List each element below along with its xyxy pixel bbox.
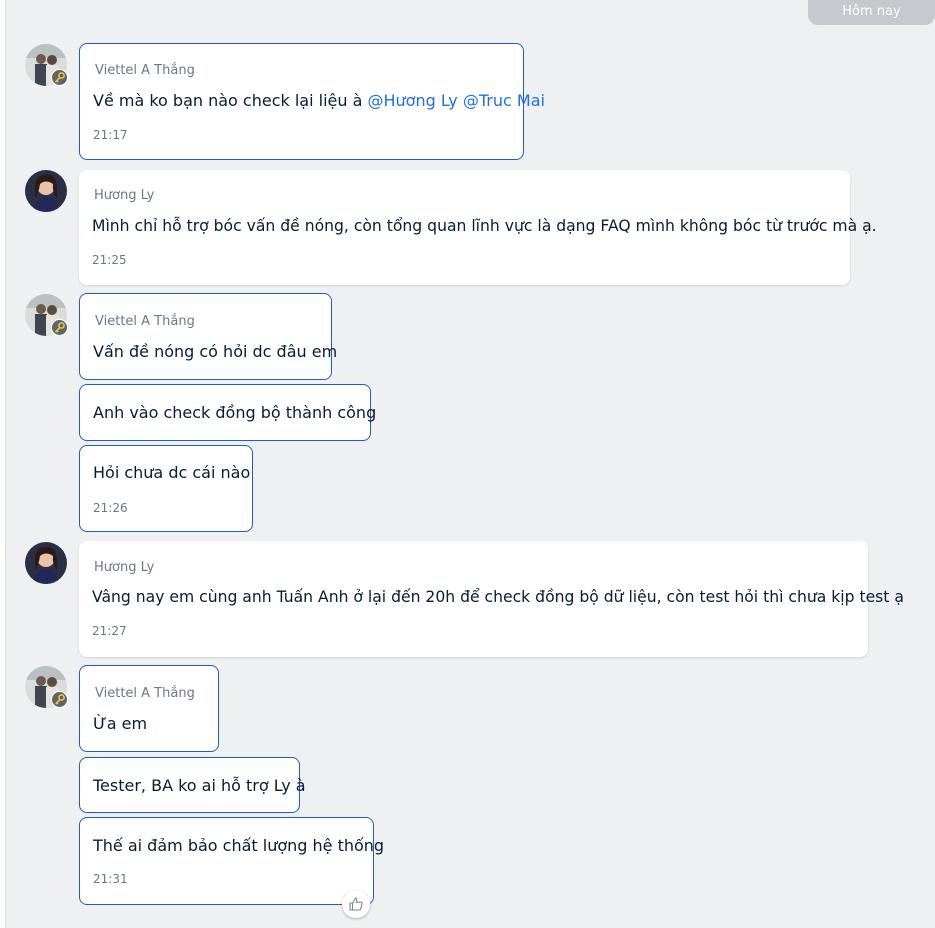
message-time: 21:25 — [92, 253, 127, 267]
message-bubble[interactable]: Viettel A Thắng Vấn đề nóng có hỏi dc đâ… — [79, 293, 337, 380]
message-bubble[interactable]: Viettel A Thắng Ừa em — [79, 665, 219, 752]
message-text: Anh vào check đồng bộ thành công — [93, 403, 377, 422]
message-text: Ừa em — [93, 714, 148, 733]
reaction-button[interactable] — [342, 890, 370, 918]
avatar-ly[interactable] — [25, 170, 67, 212]
avatar-ly[interactable] — [25, 542, 67, 584]
sender-name: Viettel A Thắng — [95, 63, 195, 78]
message-time: 21:17 — [93, 128, 128, 142]
message-text: Vâng nay em cùng anh Tuấn Anh ở lại đến … — [92, 588, 904, 606]
message-bubble[interactable]: Thế ai đảm bảo chất lượng hệ thống 21:31 — [79, 817, 384, 905]
sender-name: Viettel A Thắng — [95, 314, 195, 329]
key-icon — [51, 691, 68, 708]
sender-name: Viettel A Thắng — [95, 686, 195, 701]
message-text: Vấn đề nóng có hỏi dc đâu em — [93, 342, 338, 361]
message-bubble[interactable]: Tester, BA ko ai hỗ trợ Ly à — [79, 757, 306, 813]
message-bubble[interactable]: Hương Ly Vâng nay em cùng anh Tuấn Anh ở… — [79, 541, 904, 657]
date-divider: Hôm nay — [808, 0, 935, 25]
message-bubble[interactable]: Viettel A Thắng Về mà ko bạn nào check l… — [79, 43, 545, 160]
sender-name: Hương Ly — [94, 188, 155, 203]
message-time: 21:31 — [93, 872, 128, 886]
message-text: Thế ai đảm bảo chất lượng hệ thống — [93, 836, 385, 855]
message-text: Tester, BA ko ai hỗ trợ Ly à — [93, 776, 306, 795]
sender-name: Hương Ly — [94, 560, 155, 575]
key-icon — [51, 319, 68, 336]
message-time: 21:26 — [93, 501, 128, 515]
thumbs-up-icon — [349, 897, 363, 911]
message-bubble[interactable]: Anh vào check đồng bộ thành công — [79, 384, 376, 441]
message-text: Mình chỉ hỗ trợ bóc vấn đề nóng, còn tổn… — [92, 217, 877, 235]
message-bubble[interactable]: Hỏi chưa dc cái nào 21:26 — [79, 445, 253, 532]
key-icon — [51, 69, 68, 86]
message-bubble[interactable]: Hương Ly Mình chỉ hỗ trợ bóc vấn đề nóng… — [79, 170, 877, 285]
message-text: Về mà ko bạn nào check lại liệu à @Hương… — [93, 91, 545, 110]
message-text: Hỏi chưa dc cái nào — [93, 463, 251, 482]
mention-link[interactable]: @Truc Mai — [463, 91, 545, 110]
mention-link[interactable]: @Hương Ly — [368, 91, 458, 110]
message-time: 21:27 — [92, 624, 127, 638]
